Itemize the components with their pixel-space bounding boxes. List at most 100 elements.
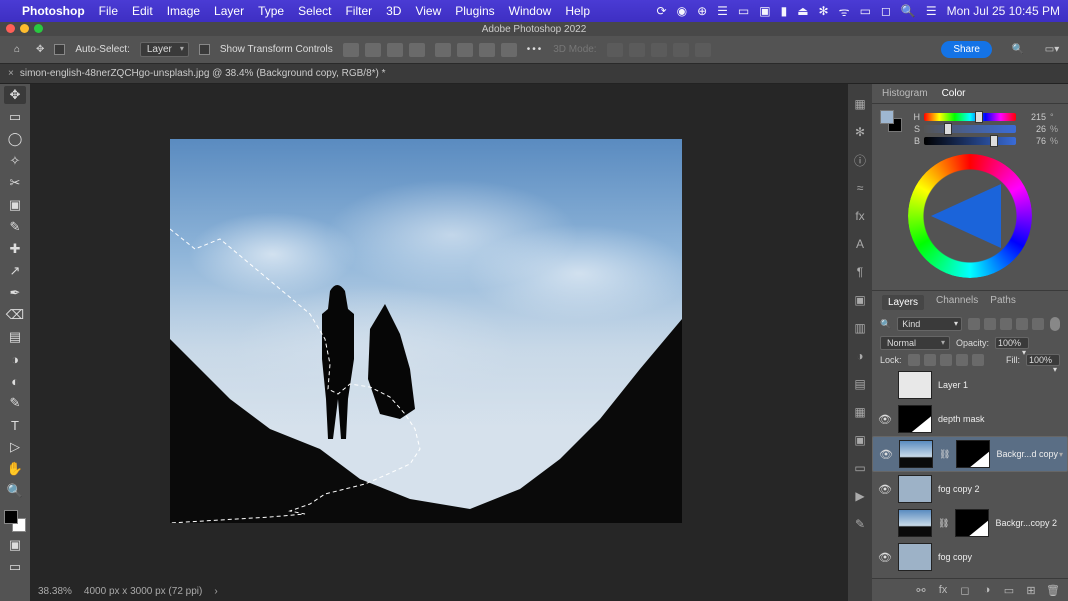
doc-info-arrow-icon[interactable]: ›: [214, 586, 217, 597]
lock-artboard-icon[interactable]: [956, 354, 968, 366]
layer-name[interactable]: Backgr...d copy: [996, 449, 1061, 459]
layer-row[interactable]: 👁⛓Backgr...d copy: [872, 436, 1068, 472]
tab-paths[interactable]: Paths: [990, 295, 1016, 310]
hue-value[interactable]: 215: [1020, 112, 1046, 122]
zoom-level[interactable]: 38.38%: [38, 586, 72, 597]
frame-tool[interactable]: ▣: [4, 196, 26, 214]
status-icon[interactable]: ▭: [738, 4, 749, 18]
status-icon[interactable]: ⟳: [657, 4, 667, 18]
distribute-icon[interactable]: [479, 43, 495, 57]
menu-filter[interactable]: Filter: [345, 4, 372, 18]
type-tool[interactable]: T: [4, 416, 26, 434]
status-icon[interactable]: ⏏: [797, 4, 808, 18]
hand-tool[interactable]: ✋: [4, 460, 26, 478]
search-icon[interactable]: 🔍: [901, 4, 916, 18]
blur-tool[interactable]: ◐: [4, 372, 26, 390]
align-right-icon[interactable]: [387, 43, 403, 57]
quick-mask-toggle[interactable]: ▣: [4, 536, 26, 554]
menu-type[interactable]: Type: [258, 4, 284, 18]
distribute-icon[interactable]: [501, 43, 517, 57]
lasso-tool[interactable]: ◯: [4, 130, 26, 148]
close-tab-button[interactable]: ×: [8, 68, 14, 79]
move-tool-icon[interactable]: ✥: [36, 44, 44, 55]
status-icon[interactable]: ⊕: [697, 4, 707, 18]
menu-image[interactable]: Image: [167, 4, 200, 18]
layer-name[interactable]: fog copy 2: [938, 484, 1062, 494]
layer-row[interactable]: 👁 depth mask: [872, 402, 1068, 436]
filter-adjust-icon[interactable]: [984, 318, 996, 330]
panel-icon[interactable]: ▤: [852, 376, 868, 392]
fx-icon[interactable]: fx: [936, 583, 950, 597]
mask-icon[interactable]: ◻: [958, 583, 972, 597]
panel-icon[interactable]: ✎: [852, 516, 868, 532]
screen-mode-toggle[interactable]: ▭: [4, 558, 26, 576]
layer-thumbnail[interactable]: [898, 509, 932, 537]
clone-tool[interactable]: ✒: [4, 284, 26, 302]
filter-pixel-icon[interactable]: [968, 318, 980, 330]
mask-link-icon[interactable]: ⛓: [938, 518, 949, 529]
wifi-icon[interactable]: ᯤ: [839, 3, 850, 20]
layer-row[interactable]: 👁fog copy: [872, 540, 1068, 574]
minimize-window-button[interactable]: [20, 24, 29, 33]
hue-slider[interactable]: [924, 113, 1016, 121]
panel-icon[interactable]: ▦: [852, 96, 868, 112]
menu-edit[interactable]: Edit: [132, 4, 153, 18]
clock[interactable]: Mon Jul 25 10:45 PM: [947, 4, 1060, 18]
sat-value[interactable]: 26: [1020, 124, 1046, 134]
group-icon[interactable]: ▭: [1002, 583, 1016, 597]
status-icon[interactable]: ☰: [717, 4, 728, 18]
close-window-button[interactable]: [6, 24, 15, 33]
status-icon[interactable]: ◉: [677, 4, 687, 18]
link-layers-icon[interactable]: ⚯: [914, 583, 928, 597]
crop-tool[interactable]: ✂: [4, 174, 26, 192]
mask-thumbnail[interactable]: [956, 440, 990, 468]
visibility-toggle[interactable]: 👁: [878, 413, 892, 426]
eraser-tool[interactable]: ⌫: [4, 306, 26, 324]
panel-icon[interactable]: ¶: [852, 264, 868, 280]
color-swatch[interactable]: [880, 110, 902, 132]
panel-icon[interactable]: fx: [852, 208, 868, 224]
panel-icon[interactable]: ▭: [852, 460, 868, 476]
show-transform-checkbox[interactable]: [199, 44, 210, 55]
pen-tool[interactable]: ✎: [4, 394, 26, 412]
tab-layers[interactable]: Layers: [882, 295, 924, 310]
brush-tool[interactable]: ↗: [4, 262, 26, 280]
panel-icon[interactable]: ⓘ: [852, 152, 868, 168]
filter-type-icon[interactable]: [1000, 318, 1012, 330]
panel-icon[interactable]: ▥: [852, 320, 868, 336]
move-tool[interactable]: ✥: [4, 86, 26, 104]
menu-view[interactable]: View: [415, 4, 441, 18]
control-center-icon[interactable]: ☰: [926, 4, 937, 18]
filter-smart-icon[interactable]: [1032, 318, 1044, 330]
dodge-tool[interactable]: ◑: [4, 350, 26, 368]
layer-name[interactable]: depth mask: [938, 414, 1062, 424]
layer-thumbnail[interactable]: [899, 440, 933, 468]
distribute-icon[interactable]: [435, 43, 451, 57]
zoom-tool[interactable]: 🔍: [4, 482, 26, 500]
align-center-icon[interactable]: [365, 43, 381, 57]
sat-slider[interactable]: [924, 125, 1016, 133]
layer-filter-kind[interactable]: Kind: [897, 317, 962, 331]
auto-select-checkbox[interactable]: [54, 44, 65, 55]
panel-icon[interactable]: A: [852, 236, 868, 252]
marquee-tool[interactable]: ▭: [4, 108, 26, 126]
lock-transparent-icon[interactable]: [908, 354, 920, 366]
bri-value[interactable]: 76: [1020, 136, 1046, 146]
layer-thumbnail[interactable]: [898, 371, 932, 399]
tab-channels[interactable]: Channels: [936, 295, 978, 310]
distribute-icon[interactable]: [457, 43, 473, 57]
path-select-tool[interactable]: ▷: [4, 438, 26, 456]
fill-field[interactable]: 100%: [1026, 354, 1060, 366]
quick-select-tool[interactable]: ✧: [4, 152, 26, 170]
panel-icon[interactable]: ▣: [852, 432, 868, 448]
align-more-icon[interactable]: [409, 43, 425, 57]
menu-window[interactable]: Window: [509, 4, 552, 18]
menu-plugins[interactable]: Plugins: [455, 4, 494, 18]
more-options-button[interactable]: •••: [527, 44, 544, 55]
panel-icon[interactable]: ▣: [852, 292, 868, 308]
visibility-toggle[interactable]: 👁: [879, 448, 893, 461]
search-icon[interactable]: 🔍: [1010, 42, 1026, 58]
layer-name[interactable]: fog copy: [938, 552, 1062, 562]
share-button[interactable]: Share: [941, 41, 992, 58]
document-canvas[interactable]: [170, 139, 682, 523]
